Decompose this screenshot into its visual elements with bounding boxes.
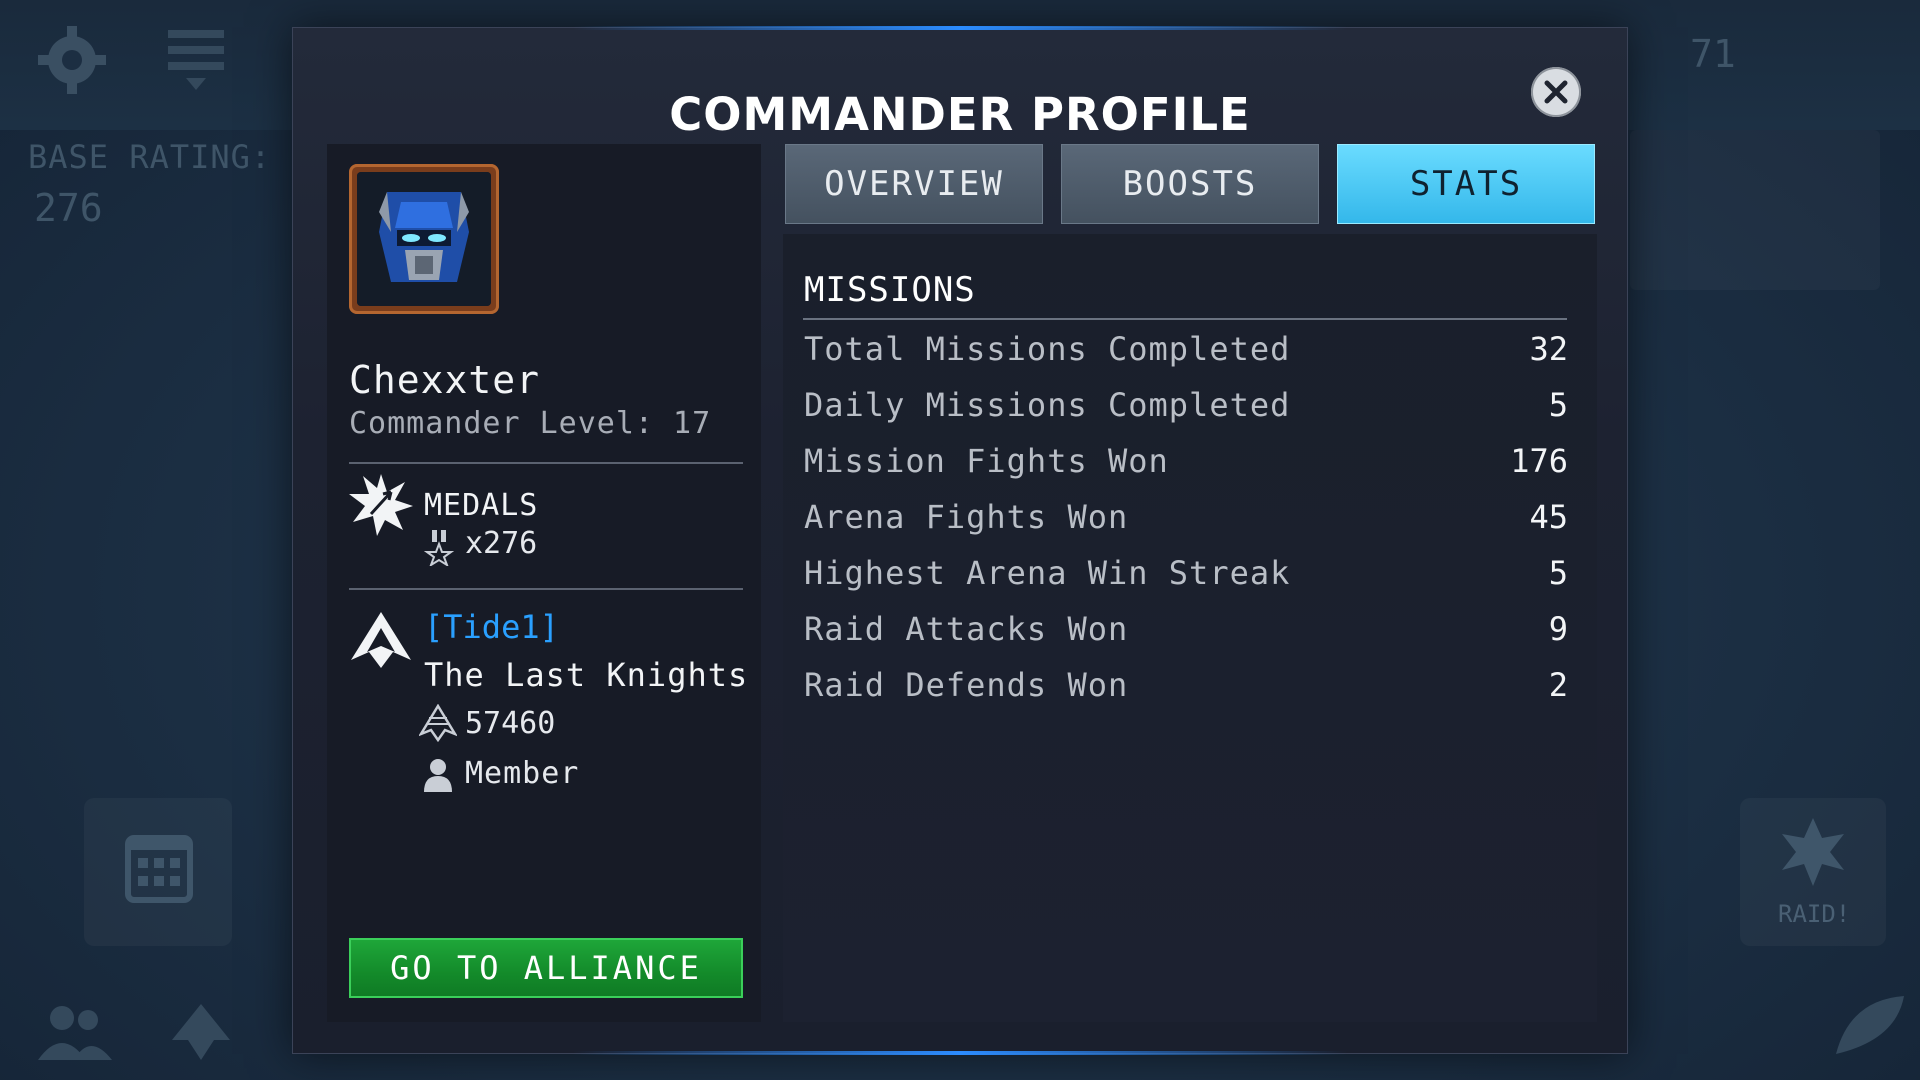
robot-portrait-icon <box>357 172 491 306</box>
alliance-power: 57460 <box>465 706 556 741</box>
medal-icon <box>424 530 454 566</box>
stat-value: 2 <box>1548 666 1568 704</box>
modal-title: COMMANDER PROFILE <box>669 88 1251 141</box>
calendar-button[interactable] <box>84 798 232 946</box>
tab-stats[interactable]: STATS <box>1337 144 1595 224</box>
stat-label: Raid Attacks Won <box>804 610 1129 648</box>
alliance-flag-icon[interactable] <box>168 1000 234 1064</box>
alliance-role: Member <box>465 756 580 791</box>
stat-value: 32 <box>1529 330 1568 368</box>
stats-panel: MISSIONS Total Missions Completed 32 Dai… <box>783 234 1597 1022</box>
medals-title: MEDALS <box>424 488 539 523</box>
close-icon <box>1544 80 1568 104</box>
stat-label: Total Missions Completed <box>804 330 1291 368</box>
section-divider <box>803 318 1567 320</box>
stat-value: 45 <box>1529 498 1568 536</box>
stat-row: Highest Arena Win Streak 5 <box>804 554 1568 606</box>
alliance-tag[interactable]: [Tide1] <box>424 608 559 646</box>
background-medal-count: 276 <box>34 186 103 230</box>
stat-label: Mission Fights Won <box>804 442 1169 480</box>
stat-value: 5 <box>1548 554 1568 592</box>
avatar-portrait <box>357 172 491 306</box>
modal-bottom-glow <box>573 1051 1347 1055</box>
stat-value: 176 <box>1510 442 1568 480</box>
commander-profile-modal: COMMANDER PROFILE Chexxter Commander Lev… <box>292 26 1628 1055</box>
raid-icon <box>1782 818 1844 886</box>
divider <box>349 462 743 464</box>
member-person-icon <box>424 759 452 792</box>
stat-value: 9 <box>1548 610 1568 648</box>
stat-label: Raid Defends Won <box>804 666 1129 704</box>
alliance-power-icon <box>419 704 457 742</box>
stat-row: Raid Attacks Won 9 <box>804 610 1568 662</box>
commander-level: Commander Level: 17 <box>349 406 712 441</box>
background-resource-count: 71 <box>1690 32 1736 76</box>
profile-panel: Chexxter Commander Level: 17 MEDALS x276… <box>327 144 761 1022</box>
stat-value: 5 <box>1548 386 1568 424</box>
stat-row: Daily Missions Completed 5 <box>804 386 1568 438</box>
player-name: Chexxter <box>349 358 541 402</box>
settings-gear-icon[interactable] <box>34 22 110 98</box>
close-button[interactable] <box>1531 67 1581 117</box>
stat-row: Raid Defends Won 2 <box>804 666 1568 718</box>
missions-section-title: MISSIONS <box>804 270 976 310</box>
alliance-emblem-icon <box>351 612 411 668</box>
modal-top-glow <box>573 26 1347 30</box>
tab-boosts[interactable]: BOOSTS <box>1061 144 1319 224</box>
stat-row: Mission Fights Won 176 <box>804 442 1568 494</box>
stat-row: Total Missions Completed 32 <box>804 330 1568 382</box>
calendar-icon <box>125 835 193 903</box>
raid-label: RAID! <box>1778 900 1851 928</box>
stat-label: Arena Fights Won <box>804 498 1129 536</box>
menu-icon[interactable] <box>168 26 224 96</box>
medals-burst-icon <box>349 474 413 536</box>
stat-label: Highest Arena Win Streak <box>804 554 1291 592</box>
background-base-rating: BASE RATING: 13 <box>28 138 332 176</box>
stat-label: Daily Missions Completed <box>804 386 1291 424</box>
avatar[interactable] <box>349 164 499 314</box>
background-card <box>1630 130 1880 290</box>
divider <box>349 588 743 590</box>
alliance-name: The Last Knights <box>424 656 749 694</box>
leaf-icon[interactable] <box>1830 990 1910 1060</box>
go-to-alliance-button[interactable]: GO TO ALLIANCE <box>349 938 743 998</box>
people-icon[interactable] <box>34 1002 114 1062</box>
stat-row: Arena Fights Won 45 <box>804 498 1568 550</box>
tab-overview[interactable]: OVERVIEW <box>785 144 1043 224</box>
medals-count: x276 <box>465 526 538 561</box>
